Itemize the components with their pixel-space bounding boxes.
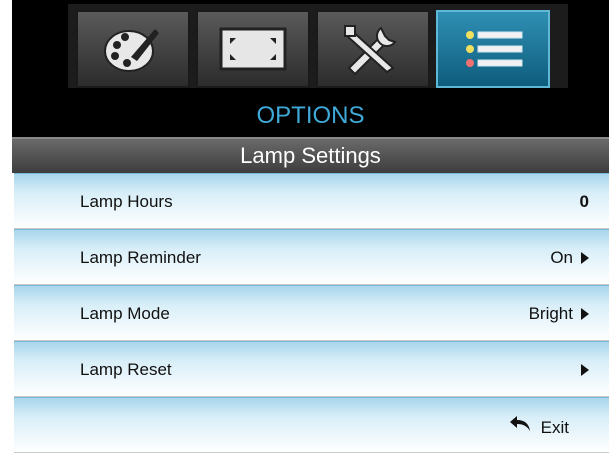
- menu-item-lamp-reminder[interactable]: Lamp Reminder On: [14, 229, 609, 285]
- tab-display[interactable]: [196, 10, 310, 88]
- menu-title-bar: OPTIONS: [12, 93, 609, 139]
- back-arrow-icon: [510, 416, 530, 431]
- menu-item-label: Lamp Hours: [80, 192, 173, 211]
- menu-item-label: Lamp Reset: [80, 360, 172, 379]
- submenu-title-bar: Lamp Settings: [12, 137, 609, 173]
- tab-strip: [68, 4, 568, 88]
- arrow-right-icon: [581, 364, 589, 376]
- screen-fit-icon: [219, 27, 287, 71]
- tab-options[interactable]: [436, 10, 550, 88]
- menu-item-value: On: [550, 248, 573, 267]
- menu-item-value: 0: [579, 192, 589, 211]
- palette-icon: [104, 29, 159, 72]
- menu-title: OPTIONS: [256, 102, 365, 129]
- options-list-icon: [466, 31, 523, 67]
- tools-icon: [344, 25, 397, 76]
- exit-label: Exit: [540, 418, 569, 437]
- menu-item-value: Bright: [528, 304, 573, 323]
- menu-item-lamp-hours[interactable]: Lamp Hours 0: [14, 173, 609, 229]
- menu-list: Lamp Hours 0 Lamp Reminder On Lamp Mode …: [14, 173, 609, 453]
- tab-bar: [12, 0, 609, 93]
- submenu-title: Lamp Settings: [240, 143, 381, 168]
- arrow-right-icon: [581, 252, 589, 264]
- menu-item-lamp-mode[interactable]: Lamp Mode Bright: [14, 285, 609, 341]
- tab-setup[interactable]: [316, 10, 430, 88]
- exit-button[interactable]: Exit: [14, 397, 609, 453]
- projector-osd-menu: OPTIONS Lamp Settings Lamp Hours 0 Lamp …: [12, 0, 609, 459]
- menu-item-lamp-reset[interactable]: Lamp Reset: [14, 341, 609, 397]
- tab-image[interactable]: [76, 10, 190, 88]
- arrow-right-icon: [581, 308, 589, 320]
- menu-item-label: Lamp Mode: [80, 304, 170, 323]
- menu-item-label: Lamp Reminder: [80, 248, 201, 267]
